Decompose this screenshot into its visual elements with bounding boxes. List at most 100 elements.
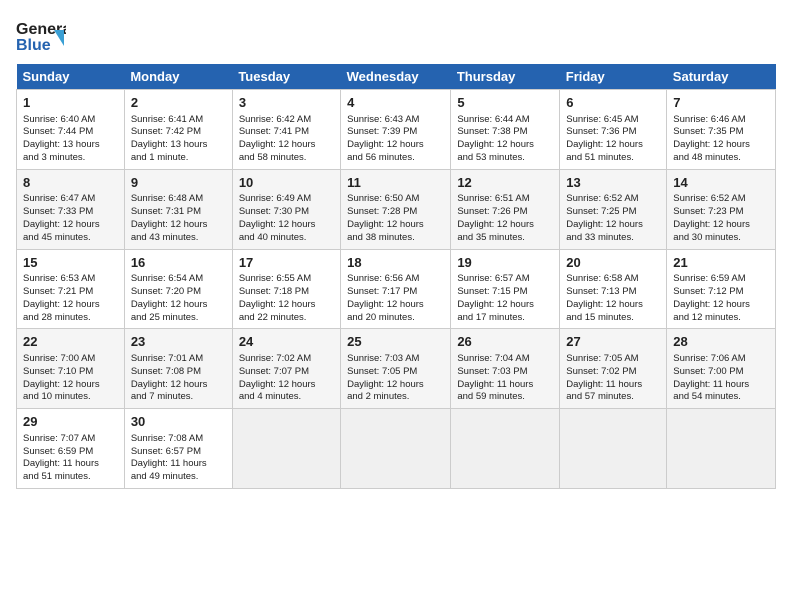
day-number: 29: [23, 413, 118, 431]
day-info: Sunset: 7:28 PM: [347, 206, 444, 219]
day-info: Sunrise: 6:53 AM: [23, 273, 118, 286]
day-info: Daylight: 12 hours: [566, 299, 660, 312]
day-cell: 7Sunrise: 6:46 AMSunset: 7:35 PMDaylight…: [667, 90, 776, 170]
day-info: Daylight: 12 hours: [23, 219, 118, 232]
day-cell: 8Sunrise: 6:47 AMSunset: 7:33 PMDaylight…: [17, 169, 125, 249]
day-info: Sunrise: 6:54 AM: [131, 273, 226, 286]
day-info: Daylight: 12 hours: [131, 299, 226, 312]
day-cell: 18Sunrise: 6:56 AMSunset: 7:17 PMDayligh…: [341, 249, 451, 329]
day-info: and 17 minutes.: [457, 312, 553, 325]
day-info: and 35 minutes.: [457, 232, 553, 245]
day-info: Sunset: 7:20 PM: [131, 286, 226, 299]
day-info: Sunrise: 7:04 AM: [457, 353, 553, 366]
day-info: Sunset: 6:57 PM: [131, 446, 226, 459]
day-info: and 38 minutes.: [347, 232, 444, 245]
day-info: Sunrise: 6:47 AM: [23, 193, 118, 206]
day-info: Sunset: 7:33 PM: [23, 206, 118, 219]
day-cell: 21Sunrise: 6:59 AMSunset: 7:12 PMDayligh…: [667, 249, 776, 329]
day-cell: 17Sunrise: 6:55 AMSunset: 7:18 PMDayligh…: [232, 249, 340, 329]
col-wednesday: Wednesday: [341, 64, 451, 90]
day-info: Daylight: 12 hours: [23, 299, 118, 312]
day-info: Sunrise: 6:50 AM: [347, 193, 444, 206]
day-number: 11: [347, 174, 444, 192]
day-info: Daylight: 12 hours: [673, 219, 769, 232]
day-info: Daylight: 12 hours: [457, 299, 553, 312]
day-info: Sunset: 7:44 PM: [23, 126, 118, 139]
calendar-container: General Blue Sunday Monday Tuesday Wedne…: [0, 0, 792, 497]
day-info: and 57 minutes.: [566, 391, 660, 404]
day-info: Sunrise: 7:05 AM: [566, 353, 660, 366]
day-number: 24: [239, 333, 334, 351]
day-info: and 7 minutes.: [131, 391, 226, 404]
day-number: 1: [23, 94, 118, 112]
day-info: Daylight: 12 hours: [131, 219, 226, 232]
day-number: 14: [673, 174, 769, 192]
day-info: Sunrise: 6:42 AM: [239, 114, 334, 127]
day-info: Sunrise: 6:55 AM: [239, 273, 334, 286]
day-number: 8: [23, 174, 118, 192]
day-info: Sunset: 7:38 PM: [457, 126, 553, 139]
day-info: Sunset: 7:18 PM: [239, 286, 334, 299]
day-info: Sunrise: 6:56 AM: [347, 273, 444, 286]
col-monday: Monday: [124, 64, 232, 90]
day-info: Sunset: 7:41 PM: [239, 126, 334, 139]
day-info: Sunset: 7:35 PM: [673, 126, 769, 139]
day-cell: 4Sunrise: 6:43 AMSunset: 7:39 PMDaylight…: [341, 90, 451, 170]
empty-cell: [451, 409, 560, 489]
day-number: 3: [239, 94, 334, 112]
day-cell: 30Sunrise: 7:08 AMSunset: 6:57 PMDayligh…: [124, 409, 232, 489]
day-number: 18: [347, 254, 444, 272]
day-info: and 25 minutes.: [131, 312, 226, 325]
day-info: Daylight: 12 hours: [347, 299, 444, 312]
day-info: and 51 minutes.: [23, 471, 118, 484]
table-row: 29Sunrise: 7:07 AMSunset: 6:59 PMDayligh…: [17, 409, 776, 489]
day-info: Sunset: 7:17 PM: [347, 286, 444, 299]
col-thursday: Thursday: [451, 64, 560, 90]
col-friday: Friday: [560, 64, 667, 90]
day-info: and 1 minute.: [131, 152, 226, 165]
day-number: 23: [131, 333, 226, 351]
day-info: Daylight: 13 hours: [23, 139, 118, 152]
day-info: and 3 minutes.: [23, 152, 118, 165]
day-info: Daylight: 13 hours: [131, 139, 226, 152]
day-number: 12: [457, 174, 553, 192]
day-info: and 48 minutes.: [673, 152, 769, 165]
day-info: Sunset: 7:25 PM: [566, 206, 660, 219]
empty-cell: [667, 409, 776, 489]
day-info: Sunrise: 6:46 AM: [673, 114, 769, 127]
day-info: Daylight: 12 hours: [239, 379, 334, 392]
table-row: 15Sunrise: 6:53 AMSunset: 7:21 PMDayligh…: [17, 249, 776, 329]
day-info: and 12 minutes.: [673, 312, 769, 325]
day-number: 30: [131, 413, 226, 431]
header: General Blue: [16, 16, 776, 58]
day-cell: 23Sunrise: 7:01 AMSunset: 7:08 PMDayligh…: [124, 329, 232, 409]
day-cell: 29Sunrise: 7:07 AMSunset: 6:59 PMDayligh…: [17, 409, 125, 489]
col-sunday: Sunday: [17, 64, 125, 90]
empty-cell: [232, 409, 340, 489]
day-info: Sunset: 7:42 PM: [131, 126, 226, 139]
day-info: Daylight: 12 hours: [457, 139, 553, 152]
logo-icon: General Blue: [16, 16, 66, 58]
day-cell: 3Sunrise: 6:42 AMSunset: 7:41 PMDaylight…: [232, 90, 340, 170]
day-info: Sunset: 7:31 PM: [131, 206, 226, 219]
col-tuesday: Tuesday: [232, 64, 340, 90]
day-info: Sunrise: 7:08 AM: [131, 433, 226, 446]
day-info: Daylight: 11 hours: [23, 458, 118, 471]
day-number: 16: [131, 254, 226, 272]
day-cell: 2Sunrise: 6:41 AMSunset: 7:42 PMDaylight…: [124, 90, 232, 170]
day-info: Daylight: 12 hours: [566, 219, 660, 232]
day-info: Sunrise: 6:58 AM: [566, 273, 660, 286]
day-info: Daylight: 12 hours: [239, 299, 334, 312]
day-cell: 26Sunrise: 7:04 AMSunset: 7:03 PMDayligh…: [451, 329, 560, 409]
day-cell: 28Sunrise: 7:06 AMSunset: 7:00 PMDayligh…: [667, 329, 776, 409]
day-info: Daylight: 12 hours: [347, 219, 444, 232]
day-info: Sunset: 7:23 PM: [673, 206, 769, 219]
day-info: and 10 minutes.: [23, 391, 118, 404]
day-info: and 15 minutes.: [566, 312, 660, 325]
day-info: Daylight: 11 hours: [457, 379, 553, 392]
day-info: Sunrise: 6:57 AM: [457, 273, 553, 286]
day-cell: 15Sunrise: 6:53 AMSunset: 7:21 PMDayligh…: [17, 249, 125, 329]
day-info: Sunrise: 6:52 AM: [673, 193, 769, 206]
empty-cell: [560, 409, 667, 489]
day-number: 5: [457, 94, 553, 112]
